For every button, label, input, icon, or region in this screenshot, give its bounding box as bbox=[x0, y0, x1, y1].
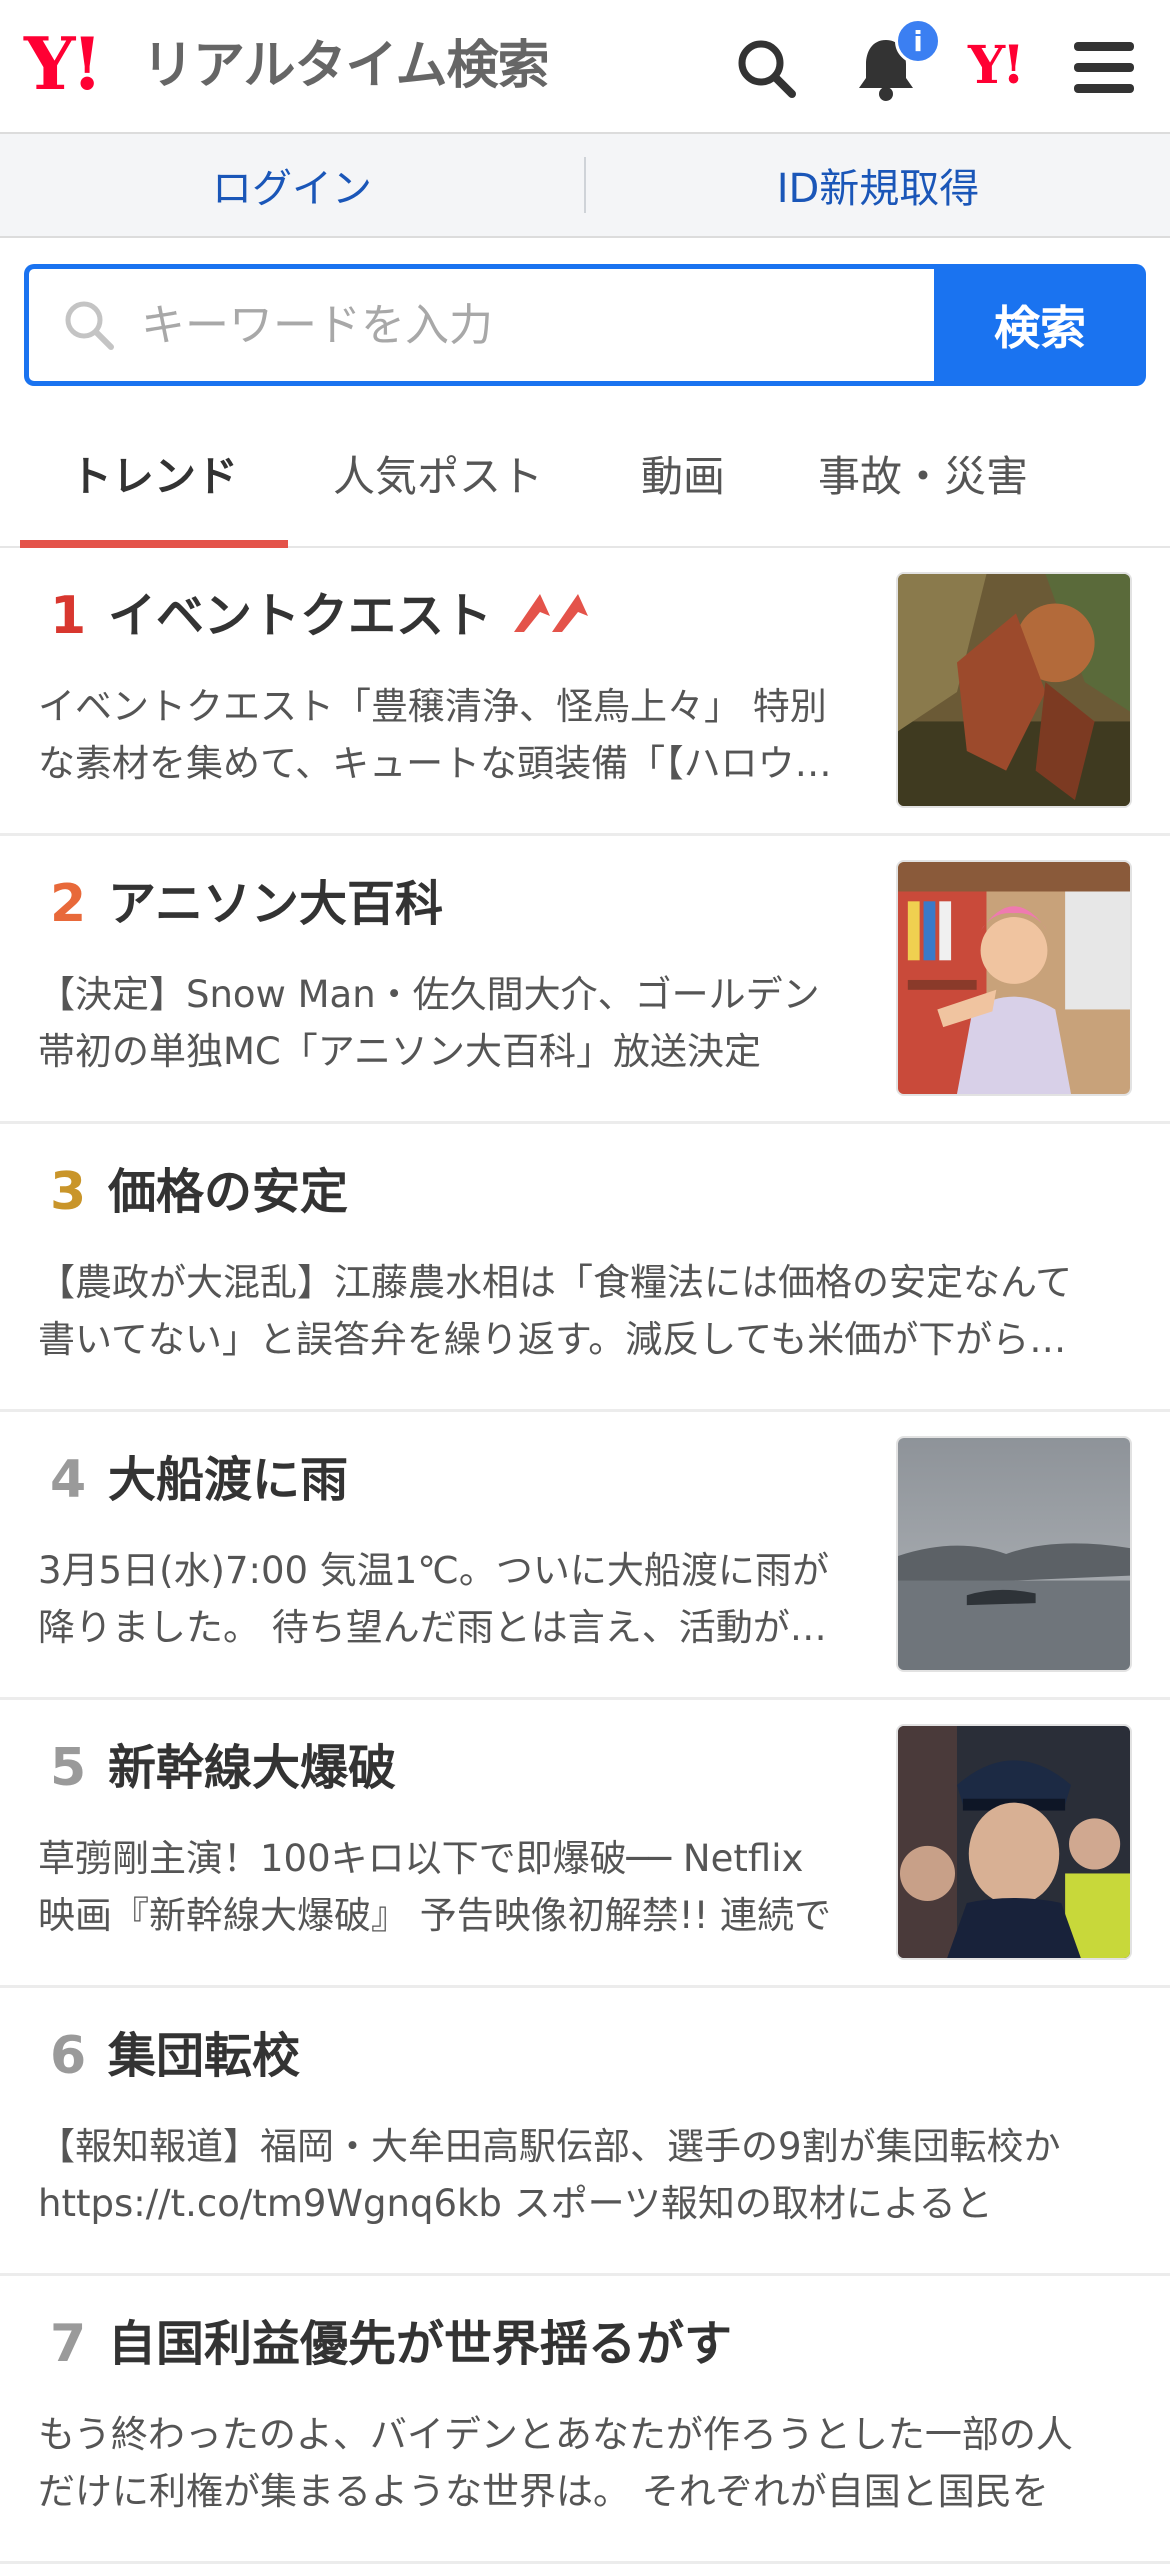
trend-list: 1 イベントクエスト イベントクエスト「豊穣清浄、怪鳥上々」 特別な素材を集めて… bbox=[0, 548, 1170, 2564]
tab-videos[interactable]: 動画 bbox=[588, 400, 778, 546]
menu-icon[interactable] bbox=[1064, 28, 1144, 108]
trend-title[interactable]: イベントクエスト bbox=[108, 584, 594, 652]
trend-title[interactable]: アニソン大百科 bbox=[108, 872, 443, 936]
login-link[interactable]: ログイン bbox=[0, 156, 584, 214]
tab-trend[interactable]: トレンド bbox=[20, 400, 288, 548]
rank-number: 1 bbox=[50, 586, 87, 646]
trend-thumbnail[interactable] bbox=[896, 1436, 1132, 1672]
search-input[interactable] bbox=[139, 298, 934, 352]
search-bar: 検索 bbox=[24, 264, 1146, 386]
trend-description: もう終わったのよ、バイデンとあなたが作ろうとした一部の人だけに利権が集まるような… bbox=[38, 2413, 1073, 2513]
trend-title[interactable]: 自国利益優先が世界揺るがす bbox=[108, 2312, 732, 2376]
rank-number: 2 bbox=[50, 874, 87, 934]
trend-description: 【農政が大混乱】江藤農水相は「食糧法には価格の安定なんて書いてない」と誤答弁を繰… bbox=[38, 1261, 1073, 1361]
search-icon[interactable] bbox=[726, 28, 806, 108]
yahoo-logo[interactable]: Y! bbox=[24, 24, 103, 104]
tab-popular-posts[interactable]: 人気ポスト bbox=[288, 400, 588, 546]
rank-number: 4 bbox=[50, 1450, 87, 1510]
login-bar: ログイン ID新規取得 bbox=[0, 134, 1170, 238]
trend-item[interactable]: 7 自国利益優先が世界揺るがす もう終わったのよ、バイデンとあなたが作ろうとした… bbox=[0, 2276, 1170, 2564]
search-field-container[interactable] bbox=[24, 264, 934, 386]
trend-title[interactable]: 集団転校 bbox=[108, 2024, 300, 2088]
signup-link[interactable]: ID新規取得 bbox=[586, 156, 1170, 214]
trend-title[interactable]: 新幹線大爆破 bbox=[108, 1736, 396, 1800]
rank-number: 5 bbox=[50, 1738, 87, 1798]
rank-number: 3 bbox=[50, 1162, 87, 1222]
trend-title[interactable]: 価格の安定 bbox=[108, 1160, 348, 1224]
trend-description: イベントクエスト「豊穣清浄、怪鳥上々」 特別な素材を集めて、キュートな頭装備「【… bbox=[38, 685, 832, 785]
trend-item[interactable]: 2 アニソン大百科 【決定】Snow Man・佐久間大介、ゴールデン帯初の単独M… bbox=[0, 836, 1170, 1124]
app-title[interactable]: リアルタイム検索 bbox=[142, 34, 549, 98]
trend-item[interactable]: 3 価格の安定 【農政が大混乱】江藤農水相は「食糧法には価格の安定なんて書いてな… bbox=[0, 1124, 1170, 1412]
search-field-icon bbox=[61, 297, 117, 353]
search-button[interactable]: 検索 bbox=[934, 264, 1146, 386]
trend-title-text: イベントクエスト bbox=[108, 588, 493, 644]
trend-description: 草彅剛主演！100キロ以下で即爆破── Netflix映画『新幹線大爆破』 予告… bbox=[38, 1837, 832, 1937]
category-tabs: トレンド 人気ポスト 動画 事故・災害 bbox=[0, 400, 1170, 548]
app-header: Y! リアルタイム検索 i Y! bbox=[0, 0, 1170, 134]
trend-title[interactable]: 大船渡に雨 bbox=[108, 1448, 348, 1512]
trend-description: 【報知報道】福岡・大牟田高駅伝部、選手の9割が集団転校か https://t.c… bbox=[38, 2125, 1061, 2225]
tab-accidents-disasters[interactable]: 事故・災害 bbox=[778, 400, 1068, 546]
trend-item[interactable]: 1 イベントクエスト イベントクエスト「豊穣清浄、怪鳥上々」 特別な素材を集めて… bbox=[0, 548, 1170, 836]
trend-description: 【決定】Snow Man・佐久間大介、ゴールデン帯初の単独MC「アニソン大百科」… bbox=[38, 973, 820, 1073]
rank-number: 7 bbox=[50, 2314, 87, 2374]
rank-number: 6 bbox=[50, 2026, 87, 2086]
trend-thumbnail[interactable] bbox=[896, 860, 1132, 1096]
trend-item[interactable]: 4 大船渡に雨 3月5日(水)7:00 気温1℃。ついに大船渡に雨が降りました。… bbox=[0, 1412, 1170, 1700]
trend-thumbnail[interactable] bbox=[896, 1724, 1132, 1960]
rising-arrows-icon bbox=[510, 586, 594, 652]
yahoo-brand-icon[interactable]: Y! bbox=[968, 34, 1025, 98]
trend-item[interactable]: 6 集団転校 【報知報道】福岡・大牟田高駅伝部、選手の9割が集団転校か http… bbox=[0, 1988, 1170, 2276]
trend-thumbnail[interactable] bbox=[896, 572, 1132, 808]
notification-badge[interactable]: i bbox=[895, 18, 941, 64]
trend-item[interactable]: 5 新幹線大爆破 草彅剛主演！100キロ以下で即爆破── Netflix映画『新… bbox=[0, 1700, 1170, 1988]
trend-description: 3月5日(水)7:00 気温1℃。ついに大船渡に雨が降りました。 待ち望んだ雨と… bbox=[38, 1549, 829, 1649]
